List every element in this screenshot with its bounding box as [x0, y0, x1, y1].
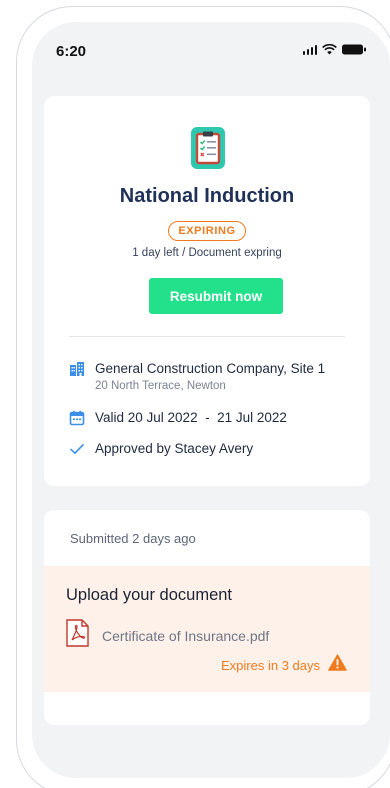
company-row: General Construction Company, Site 1 20 … [69, 361, 360, 395]
resubmit-button[interactable]: Resubmit now [149, 278, 283, 314]
building-icon [69, 361, 85, 377]
wifi-icon [322, 44, 337, 55]
signal-icon [302, 44, 317, 55]
validity-row: Valid 20 Jul 2022 - 21 Jul 2022 [69, 410, 360, 426]
status-icons [302, 44, 366, 55]
document-title: National Induction [119, 185, 295, 207]
file-row[interactable]: Certificate of Insurance.pdf [66, 619, 269, 652]
upload-panel[interactable]: Upload your document Certificate of Insu… [44, 566, 370, 692]
divider [69, 336, 345, 337]
company-name: General Construction Company, Site 1 [95, 361, 326, 376]
phone-screen: 6:20 National Induction EXPIRING 1 day l… [32, 22, 390, 778]
submitted-time: Submitted 2 days ago [70, 531, 196, 546]
expires-row: Expires in 3 days [221, 654, 347, 676]
status-badge: EXPIRING [168, 221, 246, 241]
validity-text: Valid 20 Jul 2022 - 21 Jul 2022 [95, 410, 287, 425]
approval-row: Approved by Stacey Avery [69, 441, 360, 457]
battery-icon [342, 44, 366, 55]
calendar-icon [69, 410, 85, 426]
submission-card: Submitted 2 days ago Upload your documen… [44, 510, 370, 725]
checkmark-icon [69, 441, 85, 457]
pdf-icon [66, 619, 89, 652]
document-card: National Induction EXPIRING 1 day left /… [44, 96, 370, 486]
status-time: 6:20 [56, 43, 87, 60]
expiry-note: 1 day left / Document expring [132, 247, 282, 259]
file-name: Certificate of Insurance.pdf [102, 627, 270, 644]
warning-icon [328, 654, 347, 676]
approval-text: Approved by Stacey Avery [95, 441, 254, 456]
clipboard-checklist-icon [191, 127, 225, 169]
company-address: 20 North Terrace, Newton [95, 380, 226, 392]
status-bar: 6:20 [32, 22, 390, 82]
upload-title: Upload your document [66, 586, 233, 604]
expires-text: Expires in 3 days [221, 657, 320, 673]
